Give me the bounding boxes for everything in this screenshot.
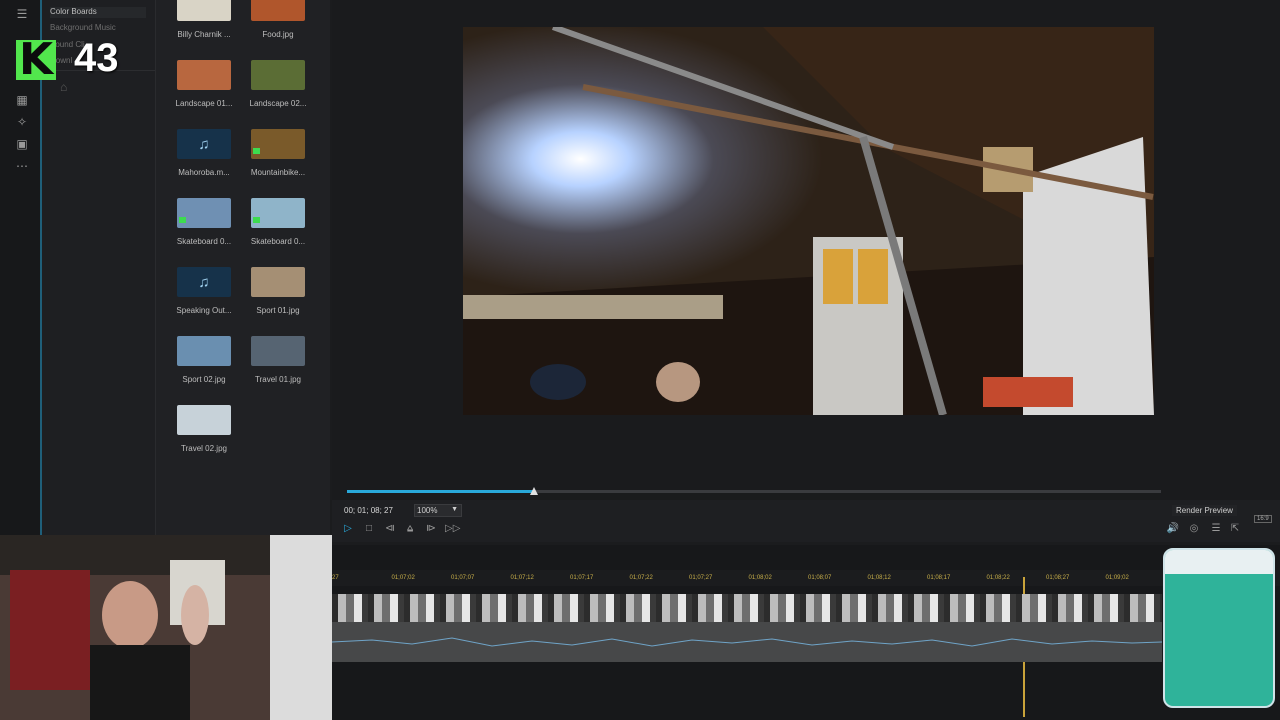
timeline-tick-label: 01;08;27 <box>1046 575 1070 581</box>
library-item-label: Mahoroba.m... <box>178 168 230 177</box>
chevron-down-icon: ▼ <box>451 506 458 513</box>
timeline-tick-label: 01;07;17 <box>570 575 594 581</box>
library-item-label: Sport 02.jpg <box>182 375 226 384</box>
mark-button[interactable]: ⩠ <box>403 522 417 536</box>
audio-waveform <box>331 637 1163 647</box>
library-thumbnail[interactable] <box>251 198 305 228</box>
media-room-icon[interactable]: ☰ <box>14 6 30 22</box>
timeline-tick-label: 01;08;17 <box>927 575 951 581</box>
music-note-icon: ♫ <box>198 273 210 291</box>
next-frame-button[interactable]: ⧐ <box>424 522 438 536</box>
preview-frame-image <box>463 27 1154 415</box>
overlay-jar-graphic <box>1163 548 1275 708</box>
video-track-clip[interactable] <box>332 594 1162 622</box>
audio-track-clip[interactable] <box>331 622 1163 662</box>
timeline-tick-label: 01;07;07 <box>451 575 475 581</box>
settings-icon[interactable]: ☰ <box>1209 522 1223 536</box>
library-item-label: Skateboard 0... <box>250 237 306 246</box>
effects-room-icon[interactable]: ✧ <box>14 114 30 130</box>
library-item-label: Skateboard 0... <box>176 237 232 246</box>
library-item-label: Sport 01.jpg <box>256 306 300 315</box>
library-thumbnail[interactable] <box>177 60 231 90</box>
library-thumbnail[interactable] <box>251 0 305 21</box>
timeline-tick-label: 01;07;22 <box>629 575 653 581</box>
library-thumbnail[interactable]: ♫ <box>177 267 231 297</box>
fast-forward-button[interactable]: ▷▷ <box>445 522 460 536</box>
video-badge-icon <box>253 217 260 223</box>
preview-video-frame <box>463 27 1154 415</box>
timecode-display[interactable]: 00; 01; 08; 27 <box>344 506 393 515</box>
library-thumbnail[interactable] <box>251 267 305 297</box>
music-note-icon: ♫ <box>198 135 210 153</box>
library-thumbnail[interactable] <box>177 0 231 21</box>
timeline-tick-label: 01;07;12 <box>510 575 534 581</box>
library-thumbnail[interactable] <box>177 405 231 435</box>
playback-scrubber-fill <box>347 490 535 493</box>
library-thumbnail[interactable] <box>251 129 305 159</box>
volume-icon[interactable]: 🔊 <box>1166 522 1180 536</box>
video-badge-icon <box>179 217 186 223</box>
webcam-overlay <box>0 535 332 720</box>
timeline-tick-label: 01;07;27 <box>689 575 713 581</box>
scrubber-handle[interactable] <box>530 487 539 495</box>
add-tag-icon[interactable]: ⌂ <box>60 80 67 94</box>
zoom-select[interactable]: 100% ▼ <box>414 504 462 517</box>
viewer-count: 43 <box>74 36 119 80</box>
fx-room-icon[interactable]: ▦ <box>14 92 30 108</box>
library-thumbnail[interactable] <box>251 336 305 366</box>
library-item-label: Food.jpg <box>262 30 294 39</box>
library-thumbnail[interactable] <box>177 336 231 366</box>
timeline-tick-label: 01;08;02 <box>748 575 772 581</box>
snapshot-icon[interactable]: ◎ <box>1187 522 1201 536</box>
timeline-tick-label: 01;08;22 <box>986 575 1010 581</box>
undock-icon[interactable]: ⇱ <box>1228 522 1242 536</box>
timeline-tick-label: 01;09;02 <box>1105 575 1129 581</box>
more-icon[interactable]: ⋯ <box>14 158 30 174</box>
aspect-ratio-badge[interactable]: 16:9 <box>1254 515 1272 523</box>
pip-room-icon[interactable]: ▣ <box>14 136 30 152</box>
zoom-value: 100% <box>417 506 438 515</box>
library-item-label: Travel 02.jpg <box>181 444 227 453</box>
category-color-boards[interactable]: Color Boards <box>50 7 146 18</box>
timeline-tick-label: 01;07;02 <box>391 575 415 581</box>
library-item-label: Travel 01.jpg <box>255 375 301 384</box>
timeline-tick-label: 27 <box>332 575 339 581</box>
timeline-tick-label: 01;08;12 <box>867 575 891 581</box>
kick-logo-badge: K <box>16 38 56 82</box>
library-thumbnail[interactable]: ♫ <box>177 129 231 159</box>
library-item-label: Speaking Out... <box>176 306 232 315</box>
library-item-label: Landscape 02... <box>249 99 307 108</box>
timeline-tick-label: 01;08;07 <box>808 575 832 581</box>
render-preview-button[interactable]: Render Preview <box>1172 505 1237 516</box>
player-controls <box>332 500 1280 542</box>
library-thumbnail[interactable] <box>177 198 231 228</box>
play-button[interactable]: ▷ <box>341 522 355 536</box>
library-item-label: Mountainbike... <box>250 168 306 177</box>
stop-button[interactable]: □ <box>362 522 376 536</box>
library-item-label: Landscape 01... <box>175 99 233 108</box>
library-item-label: Billy Charnik ... <box>177 30 231 39</box>
jar-lid <box>1165 550 1273 574</box>
video-badge-icon <box>253 148 260 154</box>
webcam-image <box>0 535 332 720</box>
library-thumbnail[interactable] <box>251 60 305 90</box>
category-background-music[interactable]: Background Music <box>50 23 116 32</box>
previous-frame-button[interactable]: ⧏ <box>383 522 397 536</box>
